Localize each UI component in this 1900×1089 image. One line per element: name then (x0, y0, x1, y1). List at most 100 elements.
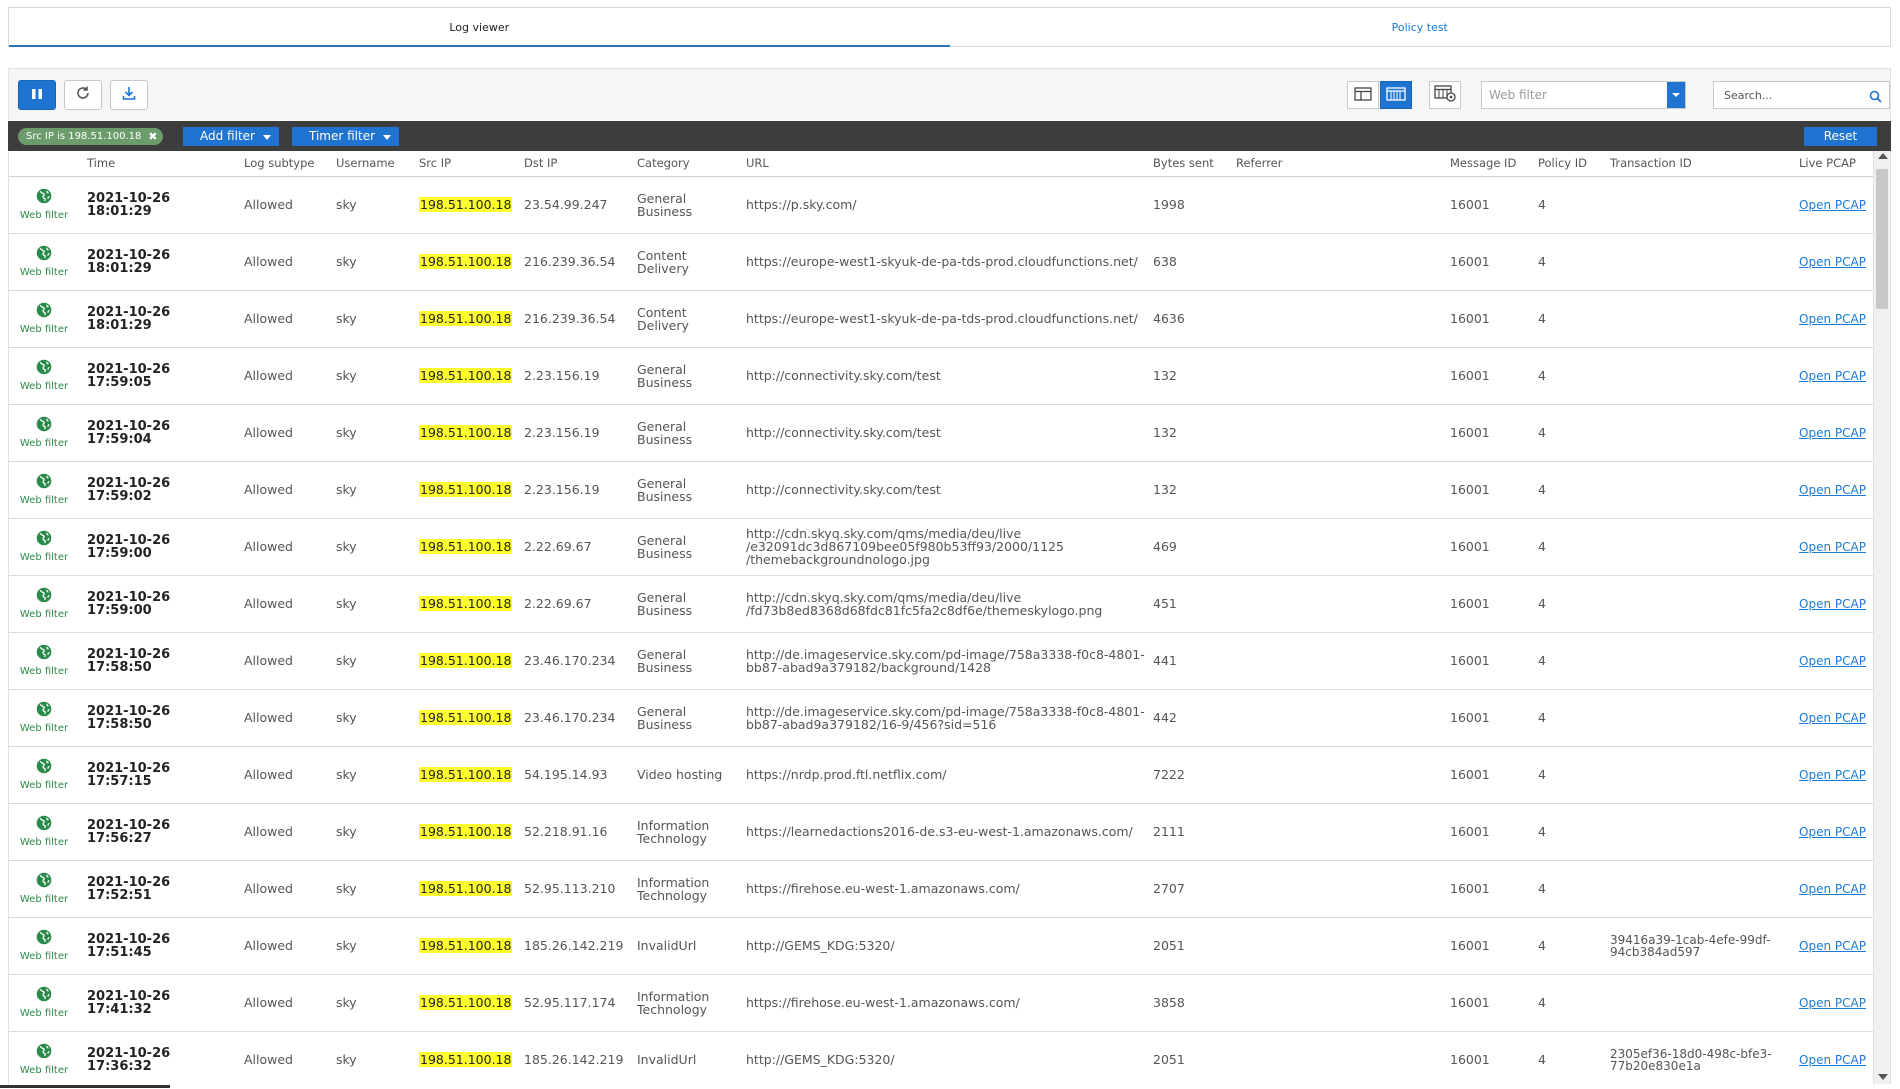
bytes-sent-cell: 638 (1145, 233, 1228, 291)
scroll-down-icon[interactable] (1878, 1074, 1888, 1080)
open-pcap-link[interactable]: Open PCAP (1799, 312, 1866, 326)
column-header[interactable] (9, 151, 79, 177)
column-header[interactable]: Time (79, 151, 236, 177)
table-row[interactable]: Web filter 2021-10-26 18:01:29 Allowed sky 1… (9, 233, 1875, 291)
src-ip-cell: 198.51.100.18 (411, 632, 516, 690)
table-row[interactable]: Web filter 2021-10-26 17:36:32 Allowed sky 1… (9, 1031, 1875, 1084)
transaction-id-cell: 2305ef36-18d0-498c-bfe3-77b20e830e1a (1602, 1031, 1791, 1084)
open-pcap-link[interactable]: Open PCAP (1799, 996, 1866, 1010)
column-header[interactable]: Bytes sent (1145, 151, 1228, 177)
scroll-thumb[interactable] (1876, 169, 1888, 309)
column-header[interactable]: Username (328, 151, 411, 177)
table-row[interactable]: Web filter 2021-10-26 17:59:02 Allowed sky 1… (9, 461, 1875, 519)
web-filter-badge: Web filter (20, 986, 68, 1020)
column-header[interactable]: Message ID (1442, 151, 1530, 177)
open-pcap-link[interactable]: Open PCAP (1799, 198, 1866, 212)
policy-id-cell: 4 (1530, 461, 1602, 519)
bytes-sent-cell: 4636 (1145, 290, 1228, 348)
message-id-cell: 16001 (1442, 632, 1530, 690)
table-row[interactable]: Web filter 2021-10-26 17:59:00 Allowed sky 1… (9, 518, 1875, 576)
policy-id-cell: 4 (1530, 347, 1602, 405)
globe-icon (36, 587, 52, 605)
table-row[interactable]: Web filter 2021-10-26 17:58:50 Allowed sky 1… (9, 632, 1875, 690)
column-header[interactable]: Src IP (411, 151, 516, 177)
log-type-select[interactable]: Web filter (1481, 81, 1686, 109)
column-header[interactable]: Referrer (1228, 151, 1442, 177)
column-header[interactable]: Dst IP (516, 151, 629, 177)
table-row[interactable]: Web filter 2021-10-26 17:51:45 Allowed sky 1… (9, 917, 1875, 975)
timer-filter-button[interactable]: Timer filter (292, 127, 400, 146)
search-icon[interactable] (1869, 88, 1882, 107)
table-row[interactable]: Web filter 2021-10-26 17:57:15 Allowed sky 1… (9, 746, 1875, 804)
open-pcap-link[interactable]: Open PCAP (1799, 939, 1866, 953)
tab-log-viewer[interactable]: Log viewer (9, 8, 950, 47)
open-pcap-link[interactable]: Open PCAP (1799, 369, 1866, 383)
refresh-button[interactable] (64, 80, 102, 110)
scroll-up-icon[interactable] (1878, 153, 1888, 159)
table-row[interactable]: Web filter 2021-10-26 17:56:27 Allowed sky 1… (9, 803, 1875, 861)
bytes-sent-cell: 469 (1145, 518, 1228, 576)
column-header[interactable]: Category (629, 151, 738, 177)
view-table-button[interactable] (1347, 81, 1379, 109)
time-cell: 2021-10-26 17:59:00 (79, 518, 236, 576)
tab-policy-test[interactable]: Policy test (949, 8, 1890, 47)
add-filter-button[interactable]: Add filter (183, 127, 279, 146)
table-row[interactable]: Web filter 2021-10-26 18:01:29 Allowed sky 1… (9, 290, 1875, 348)
close-icon[interactable]: ✖ (148, 128, 157, 145)
dst-ip-cell: 2.23.156.19 (516, 347, 629, 405)
view-columns-button[interactable] (1380, 81, 1412, 109)
open-pcap-link[interactable]: Open PCAP (1799, 1053, 1866, 1067)
column-header[interactable]: Transaction ID (1602, 151, 1791, 177)
open-pcap-link[interactable]: Open PCAP (1799, 597, 1866, 611)
username-cell: sky (328, 176, 411, 234)
table-row[interactable]: Web filter 2021-10-26 18:01:29 Allowed sky 1… (9, 176, 1875, 234)
username-cell: sky (328, 632, 411, 690)
open-pcap-link[interactable]: Open PCAP (1799, 711, 1866, 725)
transaction-id-cell: 39416a39-1cab-4efe-99df-94cb384ad597 (1602, 917, 1791, 975)
export-button[interactable] (110, 80, 148, 110)
column-header[interactable]: Live PCAP (1791, 151, 1875, 177)
open-pcap-link[interactable]: Open PCAP (1799, 255, 1866, 269)
column-header[interactable]: Log subtype (236, 151, 328, 177)
columns-view-icon (1386, 86, 1406, 105)
column-header[interactable]: Policy ID (1530, 151, 1602, 177)
open-pcap-link[interactable]: Open PCAP (1799, 483, 1866, 497)
column-settings-button[interactable] (1429, 81, 1461, 109)
open-pcap-link[interactable]: Open PCAP (1799, 882, 1866, 896)
category-cell: Content Delivery (629, 233, 738, 291)
pause-button[interactable] (18, 80, 56, 110)
caret-down-icon (262, 135, 271, 140)
log-type-label: Web filter (19, 1064, 69, 1076)
download-icon (121, 85, 137, 105)
log-type-label: Web filter (19, 722, 69, 734)
table-row[interactable]: Web filter 2021-10-26 17:59:04 Allowed sky 1… (9, 404, 1875, 462)
search-input[interactable] (1724, 88, 1864, 102)
log-type-label: Web filter (19, 893, 69, 905)
policy-id-cell: 4 (1530, 1031, 1602, 1084)
log-subtype-cell: Allowed (236, 176, 328, 234)
open-pcap-link[interactable]: Open PCAP (1799, 426, 1866, 440)
table-row[interactable]: Web filter 2021-10-26 17:41:32 Allowed sky 1… (9, 974, 1875, 1032)
filter-chip-src-ip[interactable]: Src IP is 198.51.100.18 ✖ (18, 128, 164, 145)
table-row[interactable]: Web filter 2021-10-26 17:59:00 Allowed sky 1… (9, 575, 1875, 633)
table-row[interactable]: Web filter 2021-10-26 17:59:05 Allowed sky 1… (9, 347, 1875, 405)
category-cell: Video hosting (629, 746, 738, 804)
reset-button[interactable]: Reset (1804, 127, 1877, 146)
table-row[interactable]: Web filter 2021-10-26 17:58:50 Allowed sky 1… (9, 689, 1875, 747)
chevron-down-icon[interactable] (1667, 82, 1685, 108)
column-header[interactable]: URL (738, 151, 1145, 177)
log-subtype-cell: Allowed (236, 860, 328, 918)
live-pcap-cell: Open PCAP (1791, 575, 1875, 633)
time-cell: 2021-10-26 17:36:32 (79, 1031, 236, 1084)
table-row[interactable]: Web filter 2021-10-26 17:52:51 Allowed sky 1… (9, 860, 1875, 918)
vertical-scrollbar[interactable] (1873, 151, 1890, 1084)
log-type-cell: Web filter (9, 1031, 79, 1084)
open-pcap-link[interactable]: Open PCAP (1799, 768, 1866, 782)
time-cell: 2021-10-26 17:59:02 (79, 461, 236, 519)
url-cell: http://cdn.skyq.sky.com/qms/media/deu/li… (738, 575, 1145, 633)
open-pcap-link[interactable]: Open PCAP (1799, 825, 1866, 839)
time-cell: 2021-10-26 18:01:29 (79, 290, 236, 348)
url-cell: https://europe-west1-skyuk-de-pa-tds-pro… (738, 233, 1145, 291)
open-pcap-link[interactable]: Open PCAP (1799, 540, 1866, 554)
open-pcap-link[interactable]: Open PCAP (1799, 654, 1866, 668)
